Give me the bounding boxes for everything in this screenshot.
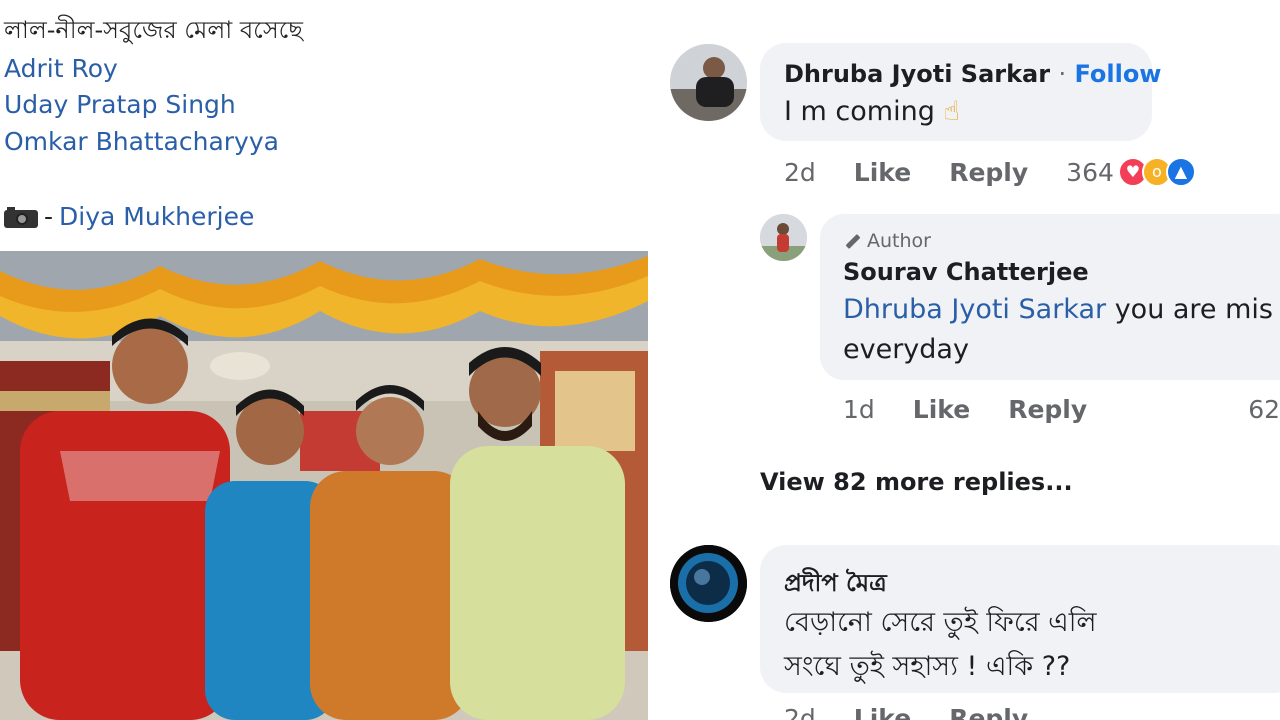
like-button[interactable]: Like	[913, 395, 970, 424]
author-badge: Author	[843, 230, 931, 252]
view-more-replies-button[interactable]: View 82 more replies...	[760, 468, 1073, 496]
comment-meta-1: 2d Like Reply 364 ♥ o ▲	[784, 157, 1196, 187]
comment-time[interactable]: 1d	[843, 395, 875, 424]
author-badge-label: Author	[867, 230, 931, 252]
post-caption: লাল-নীল-সবুজের মেলা বসেছে	[4, 16, 303, 44]
comment-text-3-line-1: বেড়ানো সেরে তুই ফিরে এলি	[784, 607, 1097, 638]
reply-button[interactable]: Reply	[949, 704, 1028, 720]
comment-text: you are mis	[1106, 294, 1274, 325]
comment-meta-2: 1d Like Reply 62	[843, 395, 1280, 424]
pointing-up-icon: ☝	[943, 96, 960, 127]
reply-button[interactable]: Reply	[949, 158, 1028, 187]
avatar-pradip-maitra[interactable]	[670, 545, 747, 622]
comment-author-name[interactable]: Dhruba Jyoti Sarkar	[784, 60, 1050, 88]
comment-author-1[interactable]: Dhruba Jyoti Sarkar · Follow	[784, 60, 1161, 88]
comment-author-3[interactable]: প্রদীপ মৈত্র	[784, 565, 887, 605]
tag-link-omkar-bhattacharyya[interactable]: Omkar Bhattacharyya	[4, 127, 279, 156]
tag-link-uday-pratap-singh[interactable]: Uday Pratap Singh	[4, 90, 236, 119]
photo-credit-separator: -	[44, 202, 54, 231]
comment-time[interactable]: 2d	[784, 158, 816, 187]
comment-text: I m coming	[784, 96, 935, 127]
pencil-icon	[843, 232, 861, 250]
like-reaction-icon[interactable]: ▲	[1165, 157, 1196, 187]
comment-text-3-line-2: সংঘে তুই সহাস্য ! একি ??	[784, 651, 1071, 682]
comment-text-2-line-1: Dhruba Jyoti Sarkar you are mis	[843, 294, 1273, 325]
photo-credit-link[interactable]: Diya Mukherjee	[59, 202, 254, 231]
avatar-dhruba-jyoti-sarkar[interactable]	[670, 44, 747, 121]
like-button[interactable]: Like	[854, 158, 911, 187]
tag-link-adrit-roy[interactable]: Adrit Roy	[4, 54, 118, 83]
mention-link[interactable]: Dhruba Jyoti Sarkar	[843, 294, 1106, 325]
comment-author-2[interactable]: Sourav Chatterjee	[843, 258, 1089, 286]
comment-text-1: I m coming ☝	[784, 96, 960, 127]
avatar-sourav-chatterjee[interactable]	[760, 214, 807, 261]
name-separator: ·	[1058, 60, 1067, 88]
like-button[interactable]: Like	[854, 704, 911, 720]
follow-button[interactable]: Follow	[1074, 60, 1161, 88]
reply-button[interactable]: Reply	[1008, 395, 1087, 424]
comment-text-2-line-2: everyday	[843, 334, 969, 365]
photo-credit: - Diya Mukherjee	[4, 202, 254, 231]
camera-icon	[4, 206, 38, 228]
comment-meta-3: 2d Like Reply	[784, 704, 1028, 720]
comment-time[interactable]: 2d	[784, 704, 816, 720]
reaction-count[interactable]: 62	[1248, 395, 1280, 424]
post-photo[interactable]	[0, 251, 648, 720]
reaction-count[interactable]: 364	[1066, 158, 1114, 187]
